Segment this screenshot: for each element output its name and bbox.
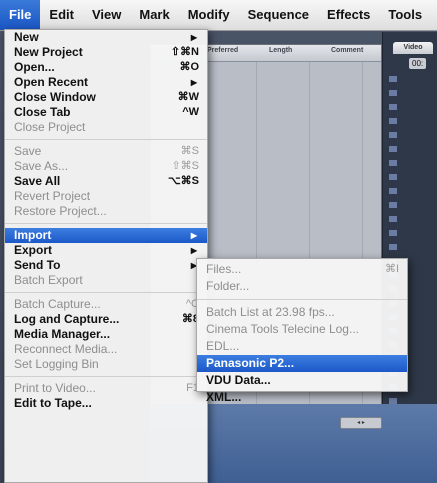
menu-separator (5, 139, 207, 140)
menu-separator (197, 299, 407, 300)
menu-item-label: Log and Capture... (14, 312, 120, 326)
file-menu-item-save: Save ⌘S (5, 144, 207, 159)
menu-item-label: Batch Capture... (14, 297, 101, 311)
import-menu-item-batch-list-at-23-98-fps: Batch List at 23.98 fps... (197, 304, 407, 321)
menu-item-label: Set Logging Bin (14, 357, 99, 371)
menu-item-label: Open... (14, 60, 55, 74)
file-menu: New ▶ New Project ⇧⌘N Open... ⌘O Open Recent ▶ C… (4, 29, 208, 483)
menu-item-label: VDU Data... (206, 373, 271, 387)
scroll-arrows[interactable]: ◂ ▸ (340, 417, 382, 429)
menu-item-label: Media Manager... (14, 327, 111, 341)
file-menu-item-open-recent[interactable]: Open Recent ▶ (5, 75, 207, 90)
file-menu-item-print-to-video: Print to Video... F1 (5, 381, 207, 396)
shortcut-label: ⌘W (177, 91, 199, 103)
menu-item-label: Close Project (14, 120, 86, 134)
shortcut-label: ⌘O (179, 61, 199, 73)
column-preferred[interactable]: Preferred (207, 47, 238, 54)
shortcut-label: ⌘S (180, 145, 199, 157)
menu-item-label: Send To (14, 258, 61, 272)
submenu-arrow-icon: ▶ (190, 246, 197, 255)
menu-item-label: Print to Video... (14, 381, 96, 395)
menu-edit[interactable]: Edit (40, 0, 83, 30)
menu-item-label: Edit to Tape... (14, 396, 92, 410)
file-menu-item-batch-capture: Batch Capture... ^C (5, 297, 207, 312)
menu-item-label: Batch List at 23.98 fps... (206, 305, 335, 319)
menu-separator (5, 292, 207, 293)
shortcut-label: ⌥⌘S (167, 175, 199, 187)
file-menu-item-reconnect-media: Reconnect Media... (5, 342, 207, 357)
import-menu-item-xml[interactable]: XML... (197, 389, 407, 406)
import-menu-item-files: Files... ⌘I (197, 261, 407, 278)
menu-item-label: Panasonic P2... (206, 356, 295, 370)
import-menu-item-panasonic-p2[interactable]: Panasonic P2... (197, 355, 407, 372)
file-menu-item-import[interactable]: Import ▶ (5, 228, 207, 243)
file-menu-item-set-logging-bin: Set Logging Bin (5, 357, 207, 372)
menu-item-label: Save All (14, 174, 61, 188)
menu-effects[interactable]: Effects (318, 0, 379, 30)
import-menu-item-cinema-tools-telecine-log: Cinema Tools Telecine Log... (197, 321, 407, 338)
menu-item-label: XML... (206, 390, 242, 404)
menu-item-label: EDL... (206, 339, 240, 353)
menu-item-label: Reconnect Media... (14, 342, 118, 356)
import-menu-item-edl: EDL... (197, 338, 407, 355)
menu-item-label: Restore Project... (14, 204, 107, 218)
menu-item-label: New (14, 30, 39, 44)
menu-item-label: Close Window (14, 90, 96, 104)
menu-separator (5, 376, 207, 377)
viewer-timecode: 00: (409, 58, 427, 69)
menu-item-label: Batch Export (14, 273, 83, 287)
file-menu-item-save-as: Save As... ⇧⌘S (5, 159, 207, 174)
menu-item-label: New Project (14, 45, 83, 59)
file-menu-item-open[interactable]: Open... ⌘O (5, 60, 207, 75)
menu-separator (5, 223, 207, 224)
file-menu-item-new-project[interactable]: New Project ⇧⌘N (5, 45, 207, 60)
file-menu-item-restore-project: Restore Project... (5, 204, 207, 219)
file-menu-item-close-window[interactable]: Close Window ⌘W (5, 90, 207, 105)
menu-item-label: Files... (206, 262, 242, 276)
menu-file[interactable]: File (0, 0, 41, 30)
file-menu-item-save-all[interactable]: Save All ⌥⌘S (5, 174, 207, 189)
submenu-arrow-icon: ▶ (190, 78, 197, 87)
file-menu-item-log-and-capture[interactable]: Log and Capture... ⌘8 (5, 312, 207, 327)
shortcut-label: ⇧⌘S (171, 160, 199, 172)
menu-sequence[interactable]: Sequence (239, 0, 318, 30)
menu-view[interactable]: View (83, 0, 130, 30)
file-menu-item-close-tab[interactable]: Close Tab ^W (5, 105, 207, 120)
file-menu-item-send-to[interactable]: Send To ▶ (5, 258, 207, 273)
column-length[interactable]: Length (269, 47, 292, 54)
submenu-arrow-icon: ▶ (190, 33, 197, 42)
viewer-tab-video[interactable]: Video (393, 42, 433, 54)
file-menu-item-export[interactable]: Export ▶ (5, 243, 207, 258)
shortcut-label: ⌘I (384, 263, 399, 275)
menu-item-label: Revert Project (14, 189, 91, 203)
submenu-arrow-icon: ▶ (190, 231, 197, 240)
menu-item-label: Folder... (206, 279, 250, 293)
menu-bar: File Edit View Mark Modify Sequence Effects Too… (0, 0, 437, 31)
file-menu-item-media-manager[interactable]: Media Manager... (5, 327, 207, 342)
menu-item-label: Close Tab (14, 105, 71, 119)
file-menu-item-edit-to-tape[interactable]: Edit to Tape... (5, 396, 207, 411)
menu-tools[interactable]: Tools (379, 0, 431, 30)
file-menu-item-batch-export: Batch Export (5, 273, 207, 288)
menu-mark[interactable]: Mark (130, 0, 178, 30)
shortcut-label: ^W (182, 106, 199, 118)
menu-item-label: Open Recent (14, 75, 89, 89)
import-menu-item-folder: Folder... (197, 278, 407, 295)
file-menu-item-close-project: Close Project (5, 120, 207, 135)
menu-modify[interactable]: Modify (179, 0, 239, 30)
menu-item-label: Cinema Tools Telecine Log... (206, 322, 359, 336)
menu-item-label: Import (14, 228, 52, 242)
file-menu-item-revert-project: Revert Project (5, 189, 207, 204)
file-menu-item-new[interactable]: New ▶ (5, 30, 207, 45)
menu-item-label: Save As... (14, 159, 69, 173)
import-submenu: Files... ⌘I Folder... Batch List at 23.98 f… (196, 258, 408, 404)
column-comment[interactable]: Comment (331, 47, 363, 54)
shortcut-label: ⇧⌘N (170, 46, 199, 58)
import-menu-item-vdu-data[interactable]: VDU Data... (197, 372, 407, 389)
menu-item-label: Export (14, 243, 53, 257)
menu-item-label: Save (14, 144, 42, 158)
